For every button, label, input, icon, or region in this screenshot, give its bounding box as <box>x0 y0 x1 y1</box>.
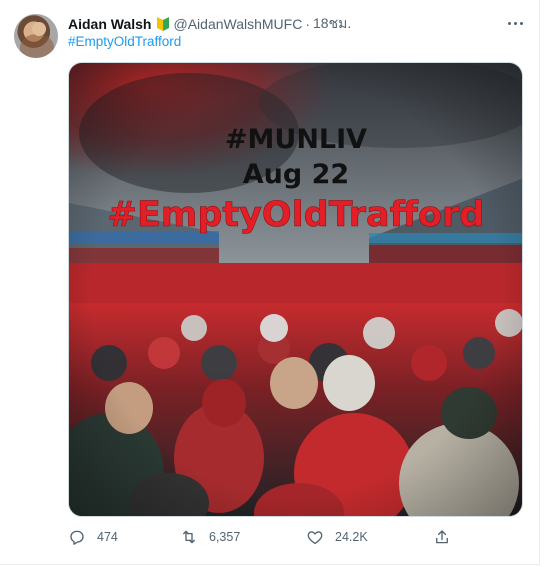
retweet-icon <box>183 530 195 544</box>
tweet-header: Aidan Walsh @AidanWalshMUFC · 18ชม. <box>68 14 351 34</box>
retweet-count: 6,357 <box>209 530 241 544</box>
avatar-face <box>32 22 46 36</box>
like-count: 24.2K <box>335 530 368 544</box>
like-action[interactable]: 24.2K <box>306 524 368 550</box>
tweet-actions: 474 6,357 24.2K <box>68 524 468 550</box>
retweet-action[interactable]: 6,357 <box>180 524 240 550</box>
author-avatar[interactable] <box>14 14 58 58</box>
beginner-badge-icon <box>156 16 170 32</box>
tweet-timestamp[interactable]: 18ชม. <box>313 13 351 35</box>
image-text-hashtag: #EmptyOldTrafford <box>108 195 485 235</box>
image-text-date: Aug 22 <box>243 159 349 190</box>
separator-dot: · <box>305 16 311 32</box>
author-name[interactable]: Aidan Walsh <box>68 16 152 32</box>
avatar-shape <box>20 34 54 58</box>
reply-count: 474 <box>97 530 118 544</box>
share-icon <box>436 530 448 544</box>
reply-icon <box>70 530 84 545</box>
tweet-image[interactable]: #MUNLIV Aug 22 #EmptyOldTrafford <box>68 62 523 517</box>
share-action[interactable] <box>433 524 462 550</box>
tweet-hashtag-link[interactable]: #EmptyOldTrafford <box>68 34 181 49</box>
tweet-card[interactable]: Aidan Walsh @AidanWalshMUFC · 18ชม. #Emp… <box>0 0 540 565</box>
reply-action[interactable]: 474 <box>68 524 118 550</box>
image-text-munliv: #MUNLIV <box>225 124 367 155</box>
more-options-icon[interactable] <box>505 16 525 30</box>
heart-icon <box>307 531 323 545</box>
author-handle[interactable]: @AidanWalshMUFC <box>174 16 303 32</box>
